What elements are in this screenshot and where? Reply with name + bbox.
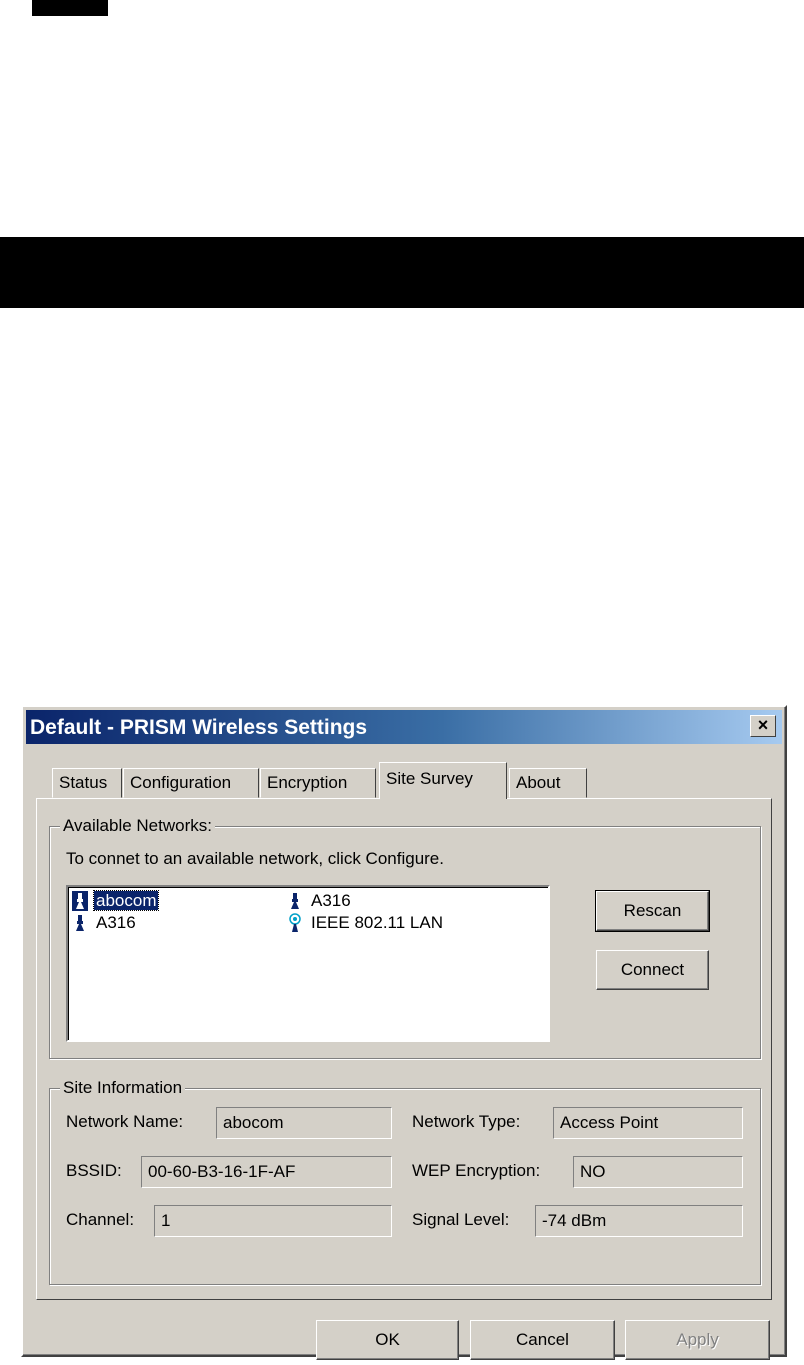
network-type-field: Access Point [553, 1107, 743, 1139]
window-title: Default - PRISM Wireless Settings [30, 716, 368, 739]
title-bar[interactable]: Default - PRISM Wireless Settings × [26, 710, 782, 744]
list-item[interactable]: A316 [287, 890, 353, 912]
bssid-label: BSSID: [66, 1161, 122, 1180]
site-information-label: Site Information [60, 1078, 186, 1098]
network-name: IEEE 802.11 LAN [311, 912, 443, 932]
access-point-icon [291, 892, 299, 909]
wep-encryption-field: NO [573, 1156, 743, 1188]
ok-button[interactable]: OK [316, 1320, 459, 1360]
list-item[interactable]: abocom [72, 889, 160, 912]
network-name: A316 [96, 912, 136, 932]
tab-status[interactable]: Status [52, 768, 122, 798]
tab-encryption[interactable]: Encryption [260, 768, 376, 798]
channel-label: Channel: [66, 1210, 135, 1229]
wep-encryption-label: WEP Encryption: [412, 1161, 541, 1180]
bssid-field: 00-60-B3-16-1F-AF [141, 1156, 392, 1188]
networks-listbox[interactable]: abocom A316 A316 IEEE 802.11 LAN [66, 885, 550, 1042]
signal-level-label: Signal Level: [412, 1210, 510, 1229]
channel-field: 1 [154, 1205, 392, 1237]
connect-button[interactable]: Connect [596, 950, 709, 990]
close-button[interactable]: × [750, 715, 776, 737]
list-item[interactable]: A316 [72, 912, 138, 934]
signal-level-field: -74 dBm [535, 1205, 743, 1237]
network-type-label: Network Type: [412, 1112, 521, 1131]
instruction-text: To connet to an available network, click… [66, 849, 444, 868]
access-point-icon [76, 914, 84, 931]
network-name: A316 [311, 890, 351, 910]
list-item[interactable]: IEEE 802.11 LAN [287, 912, 445, 934]
network-name-label: Network Name: [66, 1112, 184, 1131]
tab-configuration[interactable]: Configuration [123, 768, 259, 798]
black-banner [0, 237, 804, 308]
tab-about[interactable]: About [509, 768, 587, 798]
close-icon: × [757, 715, 769, 735]
available-networks-label: Available Networks: [60, 816, 215, 836]
black-block [32, 0, 108, 16]
network-name: abocom [92, 889, 160, 911]
apply-button[interactable]: Apply [625, 1320, 770, 1360]
adhoc-network-icon [289, 912, 301, 932]
tab-site-survey[interactable]: Site Survey [379, 762, 507, 799]
cancel-button[interactable]: Cancel [470, 1320, 615, 1360]
access-point-icon [72, 890, 88, 911]
network-name-field: abocom [216, 1107, 392, 1139]
rescan-button[interactable]: Rescan [595, 890, 710, 932]
